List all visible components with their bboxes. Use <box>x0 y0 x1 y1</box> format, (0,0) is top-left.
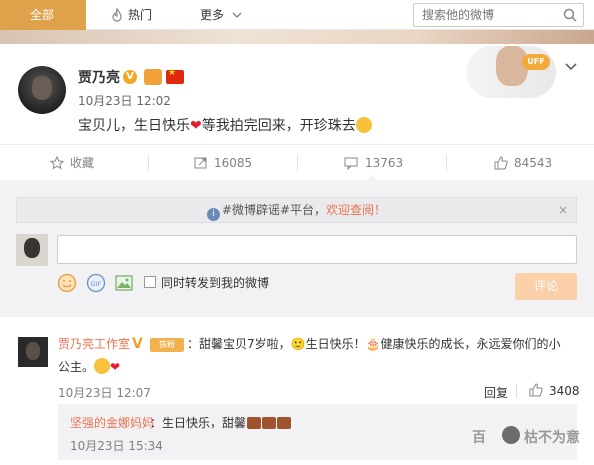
thumbs-up-icon <box>494 156 508 170</box>
info-icon: i <box>206 208 220 221</box>
current-user-avatar <box>16 234 48 266</box>
flame-icon <box>112 8 122 22</box>
reply-timestamp: 10月23日 15:34 <box>70 439 163 453</box>
divider <box>446 155 447 171</box>
watermark-text: 百 <box>472 430 486 446</box>
cake-emoji-icon <box>262 417 277 429</box>
comment-text-continued: 公主。 ❤ <box>58 358 121 374</box>
repost-button[interactable]: 16085 <box>214 145 252 181</box>
sticker-tag: UFF <box>522 54 550 70</box>
comment-like-count[interactable]: 3408 <box>549 384 580 398</box>
close-icon[interactable]: × <box>558 198 568 222</box>
heart-icon: ❤ <box>110 360 121 374</box>
comment-author-name[interactable]: 贾乃亮工作室 <box>58 335 130 352</box>
comment-timestamp: 10月23日 12:07 <box>58 386 151 400</box>
divider <box>148 155 149 171</box>
post-author-name[interactable]: 贾乃亮 <box>78 67 120 87</box>
cake-emoji-icon <box>247 417 262 429</box>
post-text: 宝贝儿，生日快乐❤等我拍完回来，开珍珠去 <box>78 115 372 135</box>
verified-icon: V <box>132 336 143 352</box>
divider <box>516 384 517 398</box>
repost-icon <box>194 157 207 169</box>
notice-banner: i #微博辟谣#平台，欢迎查阅！ × <box>16 197 577 223</box>
watermark-logo-icon <box>502 426 520 444</box>
top-nav-bar: 全部 热门 更多 <box>0 0 594 30</box>
author-avatar[interactable] <box>18 66 66 114</box>
comment-input[interactable] <box>57 235 577 264</box>
search-input[interactable] <box>414 4 554 26</box>
cake-emoji-icon <box>277 417 292 429</box>
kiss-emoji-icon <box>94 358 111 374</box>
star-icon <box>50 156 64 170</box>
favorite-button[interactable]: 收藏 <box>70 145 94 181</box>
profile-banner-strip <box>0 30 594 44</box>
notice-hashtag[interactable]: #微博辟谣#平台， <box>222 203 326 217</box>
search-box[interactable] <box>413 3 584 27</box>
like-button[interactable]: 84543 <box>514 145 552 181</box>
image-icon[interactable] <box>114 273 134 293</box>
tab-more[interactable]: 更多 <box>200 0 224 30</box>
search-icon[interactable] <box>563 8 577 22</box>
submit-comment-button[interactable]: 评论 <box>515 273 577 300</box>
reply-author-name[interactable]: 坚强的金娜妈妈 <box>70 414 154 431</box>
gif-icon[interactable]: GIF <box>86 273 106 293</box>
svg-text:GIF: GIF <box>91 280 102 288</box>
post-timestamp[interactable]: 10月23日 12:02 <box>78 92 171 109</box>
watermark-brand: 枯不为意 <box>524 430 580 446</box>
comment-icon <box>344 157 358 170</box>
verified-badge-icon: V <box>123 70 137 84</box>
thumbs-up-icon[interactable] <box>529 383 543 397</box>
china-flag-icon <box>166 68 184 84</box>
comment-author-avatar[interactable] <box>18 337 48 367</box>
member-badge-icon <box>144 69 162 85</box>
also-repost-checkbox[interactable] <box>144 276 156 288</box>
fan-badge: 铁粉 <box>150 338 184 352</box>
divider <box>297 155 298 171</box>
chevron-down-icon <box>232 12 242 19</box>
tab-hot[interactable]: 热门 <box>128 0 152 30</box>
smile-emoji-icon <box>355 117 372 133</box>
heart-icon: ❤ <box>190 118 202 134</box>
notice-link[interactable]: 欢迎查阅！ <box>326 203 386 217</box>
post-menu-chevron-icon[interactable] <box>564 62 578 72</box>
emoji-icon[interactable] <box>57 273 77 293</box>
reply-button[interactable]: 回复 <box>484 384 508 401</box>
comment-text: ：甜馨宝贝7岁啦，🙂生日快乐！🎂健康快乐的成长，永远爱你们的小 <box>187 337 561 351</box>
tab-all[interactable]: 全部 <box>30 0 54 30</box>
post-action-bar: 收藏 16085 13763 84543 <box>0 144 594 180</box>
reply-text: ：生日快乐，甜馨 <box>150 414 292 431</box>
also-repost-label: 同时转发到我的微博 <box>161 276 270 290</box>
